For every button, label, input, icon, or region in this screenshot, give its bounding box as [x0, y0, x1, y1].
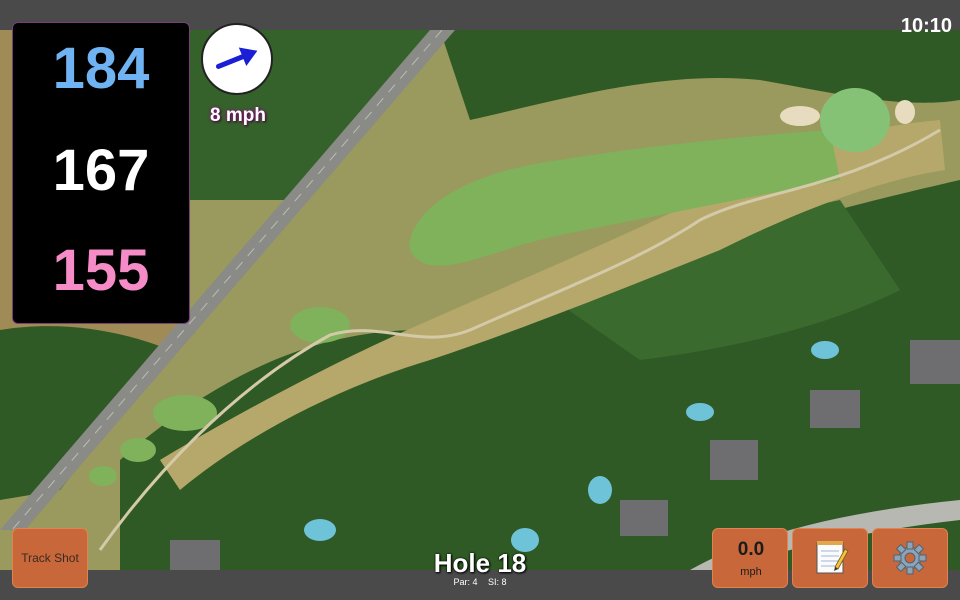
speed-value: 0.0: [737, 539, 765, 560]
tee-box-1: [290, 307, 350, 343]
hole-stroke-index: SI: 8: [488, 577, 507, 587]
distance-panel: 184 167 155: [12, 22, 190, 324]
pool: [304, 519, 336, 541]
notepad-icon: [816, 541, 849, 574]
house: [910, 340, 960, 384]
clock: 10:10: [900, 15, 952, 37]
pool: [588, 476, 612, 504]
putting-green: [820, 88, 890, 152]
speed-unit: mph: [740, 566, 762, 578]
hole-title: Hole 18: [433, 548, 527, 578]
wind-arrow-icon: [215, 47, 258, 69]
front-distance: 155: [52, 238, 150, 303]
wind-indicator: [201, 23, 273, 95]
swing-speed-button[interactable]: 0.0 mph: [712, 528, 788, 588]
pool: [811, 341, 839, 359]
middle-distance: 167: [52, 138, 150, 203]
bunker-right: [895, 100, 915, 124]
tee-box-4: [89, 466, 117, 486]
hole-par: Par: 4: [453, 577, 478, 587]
bunker-left: [780, 106, 820, 126]
hole-info: Par: 4 SI: 8: [380, 577, 580, 587]
gear-icon: [893, 541, 927, 575]
settings-button[interactable]: [872, 528, 948, 588]
house: [170, 540, 220, 570]
house: [620, 500, 668, 536]
back-distance: 184: [52, 36, 150, 101]
house: [810, 390, 860, 428]
wind-speed: 8 mph: [210, 105, 266, 126]
track-shot-button[interactable]: Track Shot: [12, 528, 88, 588]
notes-button[interactable]: [792, 528, 868, 588]
pool: [686, 403, 714, 421]
house: [710, 440, 758, 480]
tee-box-3: [120, 438, 156, 462]
